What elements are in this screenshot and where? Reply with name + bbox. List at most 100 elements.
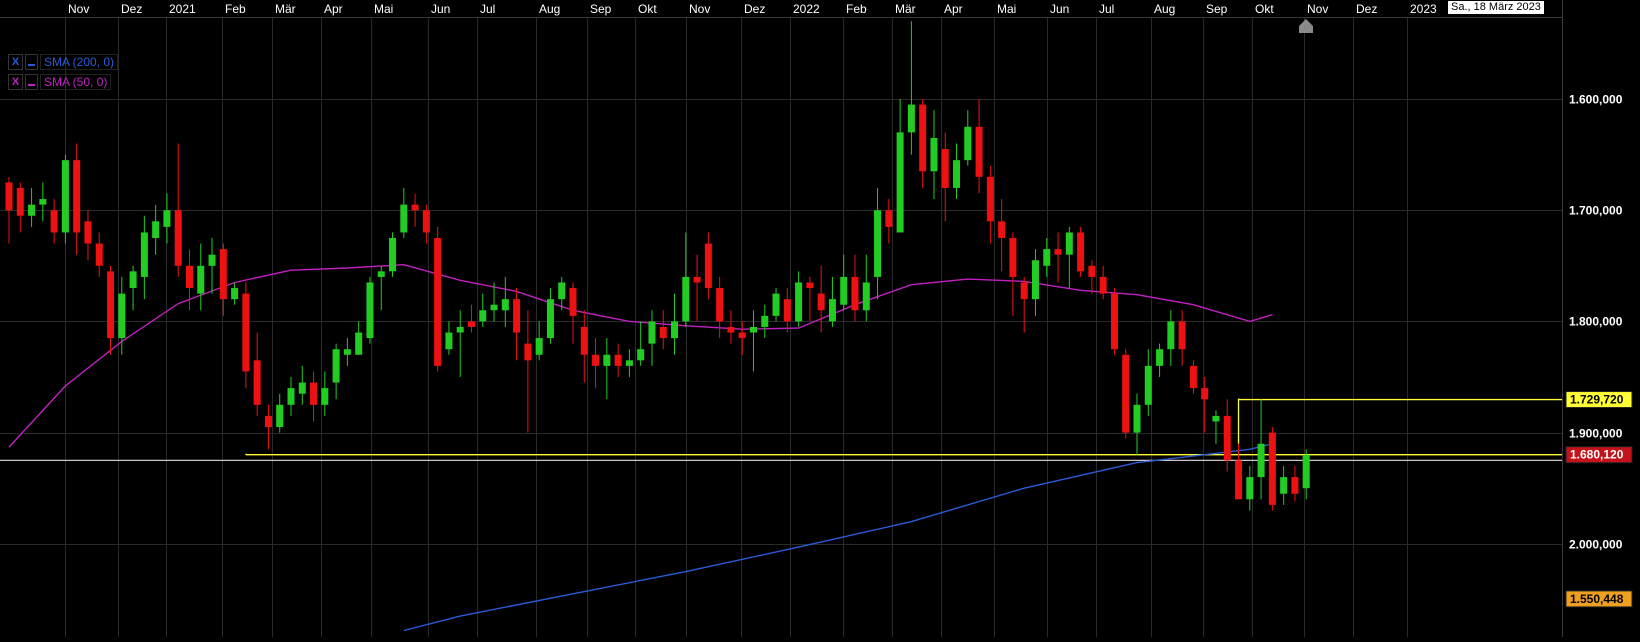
candle: [919, 99, 927, 188]
candle-body: [276, 404, 284, 428]
month-label: Nov: [68, 2, 89, 16]
candle-body: [738, 332, 746, 339]
candle-body: [118, 293, 126, 339]
last-price-label: 1.680,120: [1570, 448, 1624, 462]
candle: [39, 182, 47, 222]
candle: [1122, 349, 1130, 439]
candle: [50, 199, 58, 244]
candle-body: [107, 271, 115, 339]
candle: [693, 254, 701, 322]
candle: [84, 210, 92, 261]
candle-body: [1054, 249, 1062, 255]
month-label: 2023: [1410, 2, 1437, 16]
legend-sma50-label[interactable]: SMA (50, 0): [40, 74, 112, 90]
month-label: Mär: [275, 2, 296, 16]
candle-body: [1043, 249, 1051, 266]
candle-body: [953, 160, 961, 188]
candle: [795, 271, 803, 327]
candle: [840, 254, 848, 311]
candle-body: [558, 282, 566, 300]
candle-body: [310, 382, 318, 405]
candle-body: [1212, 415, 1220, 422]
candle: [152, 204, 160, 255]
candle-body: [389, 238, 397, 272]
candle: [1065, 226, 1073, 289]
month-label: Feb: [225, 2, 246, 16]
candle-body: [1031, 260, 1039, 300]
candle-body: [1020, 282, 1028, 300]
candle-body: [1133, 404, 1141, 433]
candle: [862, 254, 870, 322]
candle: [1077, 226, 1085, 277]
month-label: Aug: [1154, 2, 1175, 16]
price-labels: 1.729,720 1.680,120 1.550,448: [1565, 391, 1633, 608]
candle: [377, 265, 385, 311]
home-icon[interactable]: [1298, 18, 1314, 34]
candle: [625, 349, 633, 377]
candle: [219, 243, 227, 316]
chart-canvas[interactable]: Nov Dez 2021 Feb Mär Apr Mai Jun Jul Aug Sep Okt Nov…: [0, 0, 1640, 637]
candle: [896, 99, 904, 233]
candle-body: [896, 132, 904, 233]
candle-body: [1088, 265, 1096, 277]
candle-body: [456, 326, 464, 333]
candle-body: [783, 299, 791, 322]
candle-body: [907, 104, 915, 133]
candle-body: [366, 282, 374, 339]
candle-body: [625, 360, 633, 366]
candle-body: [1201, 388, 1209, 400]
candle: [1291, 465, 1299, 502]
legend-sma200-line-icon[interactable]: [25, 54, 38, 70]
candle: [264, 404, 272, 450]
candle: [343, 338, 351, 366]
candle: [16, 182, 24, 233]
candle-body: [1178, 321, 1186, 350]
candle: [1133, 393, 1141, 455]
month-label: 2021: [169, 2, 196, 16]
candle-body: [219, 249, 227, 300]
candle: [648, 310, 656, 366]
month-label: Jul: [1099, 2, 1114, 16]
candle: [671, 293, 679, 355]
horizontal-lines: [0, 398, 1562, 462]
sma200-price-label: 1.550,448: [1570, 592, 1624, 606]
candle-body: [1122, 354, 1130, 433]
candle: [310, 371, 318, 422]
legend-sma200-close-icon[interactable]: X: [8, 54, 23, 70]
month-label: Jul: [480, 2, 495, 16]
candle: [1054, 232, 1062, 283]
candle: [614, 343, 622, 377]
legend-sma50-close-icon[interactable]: X: [8, 74, 23, 90]
candle-body: [1099, 276, 1107, 294]
month-label: Mai: [997, 2, 1016, 16]
candle-body: [479, 310, 487, 322]
legend-sma200-label[interactable]: SMA (200, 0): [40, 54, 119, 70]
candle: [140, 215, 148, 300]
candle: [253, 332, 261, 416]
candle-body: [1257, 443, 1265, 478]
candle-body: [986, 176, 994, 222]
candle-body: [84, 221, 92, 244]
chart[interactable]: Nov Dez 2021 Feb Mär Apr Mai Jun Jul Aug Sep Okt Nov…: [0, 0, 1640, 637]
candle: [445, 321, 453, 355]
legend-sma50-line-icon[interactable]: [25, 74, 38, 90]
month-label: Mai: [374, 2, 393, 16]
candle-body: [422, 210, 430, 233]
candle-body: [704, 243, 712, 289]
candle-body: [1009, 238, 1017, 277]
candle-body: [95, 243, 103, 266]
candle-body: [693, 276, 701, 283]
candle: [129, 265, 137, 311]
month-label: Feb: [846, 2, 867, 16]
candle: [783, 288, 791, 333]
candle-body: [1268, 432, 1276, 505]
candle-body: [355, 332, 363, 355]
candle: [1189, 360, 1197, 394]
candle: [749, 310, 757, 372]
candle: [501, 276, 509, 327]
candle: [1212, 410, 1220, 444]
candle-body: [242, 293, 250, 372]
candle: [1167, 310, 1175, 366]
candle-body: [1246, 477, 1254, 500]
candle: [366, 276, 374, 344]
